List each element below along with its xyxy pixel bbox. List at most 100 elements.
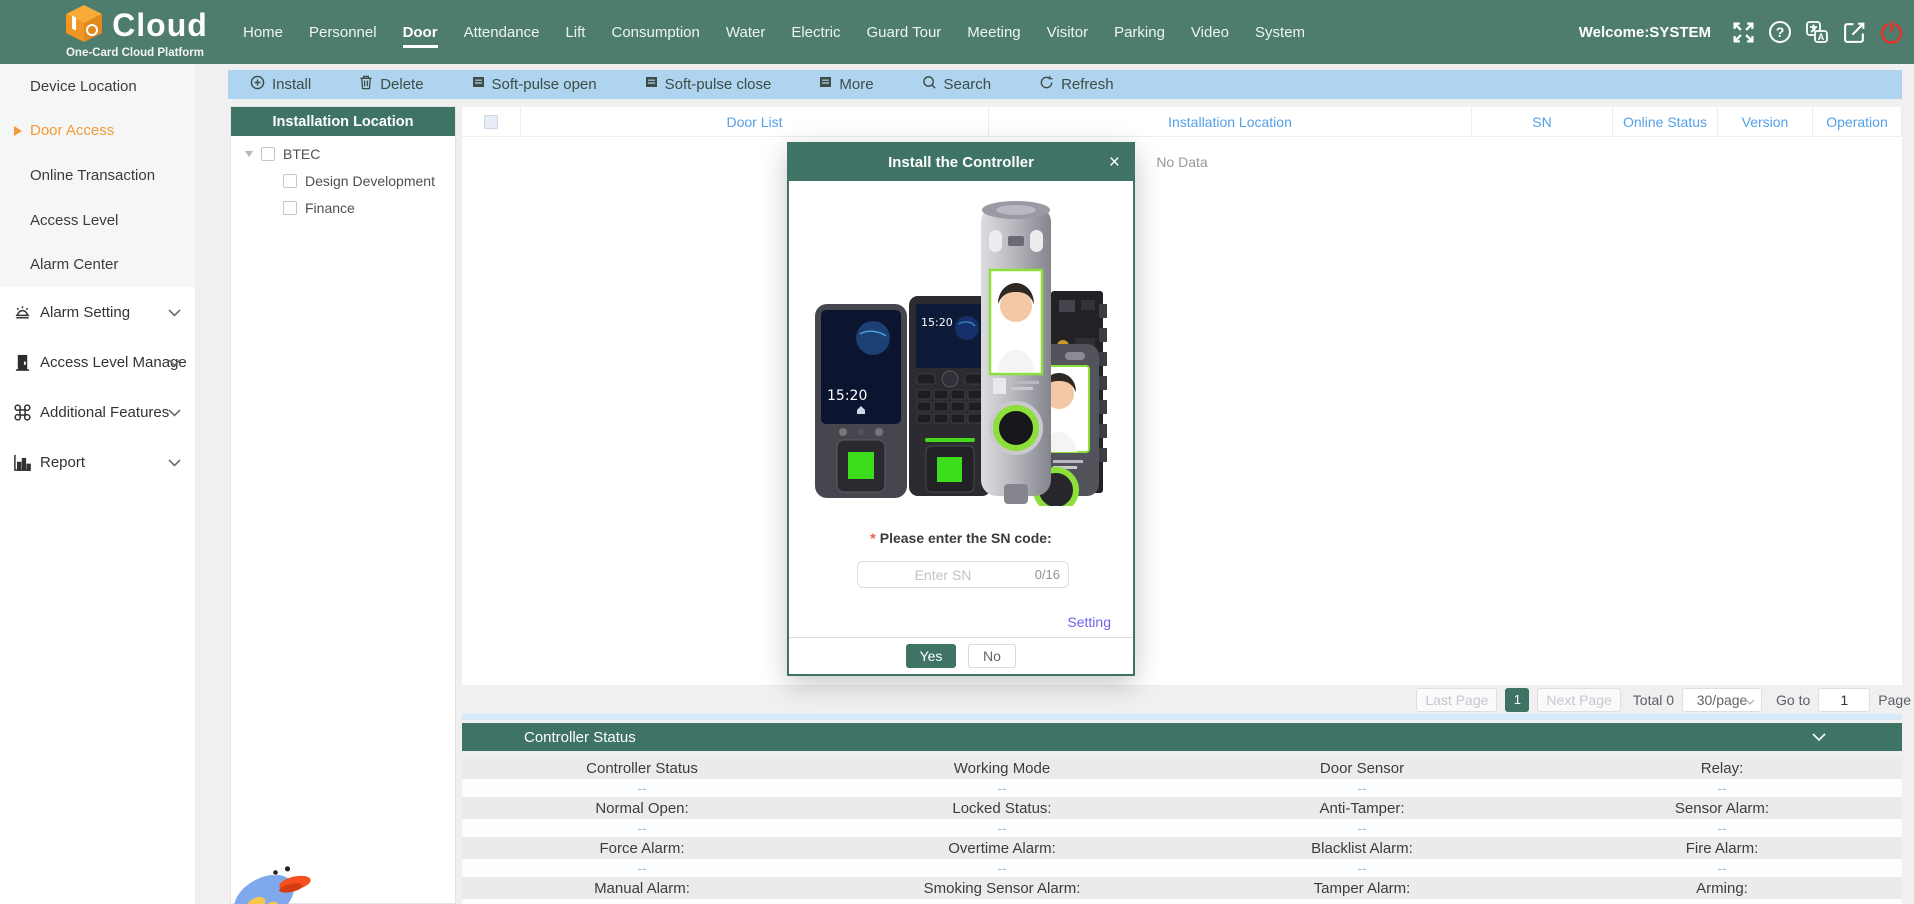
- device-image: 15:20 15:20: [813, 196, 1109, 511]
- last-page-button[interactable]: Last Page: [1416, 688, 1497, 712]
- door-icon: [12, 352, 32, 372]
- sidebar-item-access-level-manage[interactable]: Access Level Manage: [0, 337, 195, 387]
- tree-node-finance[interactable]: Finance: [283, 194, 355, 221]
- char-counter: 0/16: [1035, 561, 1060, 588]
- fullscreen-icon[interactable]: [1730, 19, 1756, 45]
- chevron-down-icon: [168, 454, 181, 471]
- more-button[interactable]: More: [819, 76, 873, 93]
- chevron-down-icon: [168, 304, 181, 321]
- no-button[interactable]: No: [968, 644, 1016, 668]
- next-page-button[interactable]: Next Page: [1537, 688, 1620, 712]
- nav-item-electric[interactable]: Electric: [791, 24, 840, 41]
- search-icon: [922, 75, 937, 94]
- nav-item-guard-tour[interactable]: Guard Tour: [867, 24, 942, 41]
- nav-item-lift[interactable]: Lift: [565, 24, 585, 41]
- command-icon: [12, 402, 32, 422]
- tree-node-design-development[interactable]: Design Development: [283, 167, 435, 194]
- active-triangle-icon: [14, 126, 22, 136]
- select-all-checkbox[interactable]: [484, 115, 498, 129]
- required-mark: *: [870, 530, 875, 546]
- top-navbar: Cloud One-Card Cloud Platform Home Perso…: [0, 0, 1914, 64]
- status-value-row: -- -- -- --: [462, 899, 1902, 904]
- translate-icon[interactable]: A: [1804, 19, 1830, 45]
- page-size-select[interactable]: 30/page: [1682, 688, 1762, 712]
- install-controller-dialog: Install the Controller ×: [787, 142, 1135, 676]
- chevron-down-icon[interactable]: [1812, 723, 1826, 751]
- edit-window-icon[interactable]: [1841, 19, 1867, 45]
- nav-item-home[interactable]: Home: [243, 24, 283, 41]
- sidebar-item-device-location[interactable]: Device Location: [0, 64, 195, 109]
- chevron-down-icon: [1745, 692, 1755, 708]
- nav-item-personnel[interactable]: Personnel: [309, 24, 377, 41]
- door-panel-icon: [472, 76, 485, 93]
- delete-button[interactable]: Delete: [359, 75, 423, 94]
- nav-item-parking[interactable]: Parking: [1114, 24, 1165, 41]
- sidebar-item-online-transaction[interactable]: Online Transaction: [0, 153, 195, 198]
- nav-item-attendance[interactable]: Attendance: [464, 24, 540, 41]
- column-operation: Operation: [1812, 107, 1902, 136]
- total-count: Total 0: [1633, 692, 1674, 708]
- sidebar-item-additional-features[interactable]: Additional Features: [0, 387, 195, 437]
- column-version: Version: [1717, 107, 1812, 136]
- nav-item-consumption[interactable]: Consumption: [611, 24, 699, 41]
- status-label-row: Force Alarm: Overtime Alarm: Blacklist A…: [462, 837, 1902, 859]
- sidebar-item-door-access[interactable]: Door Access: [0, 109, 195, 154]
- divider-strip: [462, 714, 1902, 720]
- nav-item-video[interactable]: Video: [1191, 24, 1229, 41]
- sidebar-menu: Alarm Setting Access Level Manage: [0, 287, 195, 487]
- fingerprint-terminal-keypad: 15:20: [909, 296, 991, 496]
- controller-status-header[interactable]: Controller Status: [462, 723, 1902, 751]
- caret-down-icon[interactable]: [245, 151, 253, 157]
- table-header-row: Door List Installation Location SN Onlin…: [462, 106, 1902, 137]
- nav-item-visitor[interactable]: Visitor: [1047, 24, 1088, 41]
- page-label: Page: [1878, 692, 1911, 708]
- fingerprint-terminal-left: 15:20: [815, 304, 907, 498]
- alarm-icon: [12, 302, 32, 322]
- installation-location-panel: Installation Location BTEC Design Develo…: [230, 106, 456, 904]
- current-page-button[interactable]: 1: [1505, 688, 1529, 712]
- sidebar-item-report[interactable]: Report: [0, 437, 195, 487]
- main-nav: Home Personnel Door Attendance Lift Cons…: [243, 0, 1305, 64]
- tree-checkbox[interactable]: [261, 147, 275, 161]
- face-pillar-terminal: [981, 201, 1051, 504]
- sidebar-item-alarm-setting[interactable]: Alarm Setting: [0, 287, 195, 337]
- bird-mascot: [212, 858, 322, 904]
- search-button[interactable]: Search: [922, 75, 992, 94]
- close-icon[interactable]: ×: [1109, 144, 1120, 181]
- nav-item-system[interactable]: System: [1255, 24, 1305, 41]
- sidebar-item-access-level[interactable]: Access Level: [0, 198, 195, 243]
- soft-pulse-open-button[interactable]: Soft-pulse open: [472, 76, 597, 93]
- yes-button[interactable]: Yes: [906, 644, 956, 668]
- nav-item-door[interactable]: Door: [403, 24, 438, 41]
- cube-logo-icon: [62, 3, 106, 48]
- door-panel-icon: [645, 76, 658, 93]
- chevron-down-icon: [168, 404, 181, 421]
- logo: Cloud One-Card Cloud Platform: [40, 4, 230, 59]
- sn-code-label: *Please enter the SN code:: [789, 530, 1133, 546]
- tree-panel-header: Installation Location: [231, 107, 455, 136]
- logo-title: Cloud: [112, 7, 208, 44]
- trash-icon: [359, 75, 373, 94]
- door-table: Door List Installation Location SN Onlin…: [462, 106, 1902, 685]
- sidebar-item-alarm-center[interactable]: Alarm Center: [0, 242, 195, 287]
- one-card-cloud-platform: Cloud One-Card Cloud Platform Home Perso…: [0, 0, 1914, 904]
- welcome-text: Welcome:SYSTEM: [1579, 24, 1711, 41]
- install-button[interactable]: Install: [250, 75, 311, 94]
- column-online-status: Online Status: [1612, 107, 1717, 136]
- column-installation-location: Installation Location: [988, 107, 1471, 136]
- sidebar: Device Location Door Access Online Trans…: [0, 64, 195, 904]
- help-icon[interactable]: ?: [1767, 19, 1793, 45]
- sn-input-wrap: 0/16: [857, 561, 1069, 588]
- goto-page-input[interactable]: [1818, 688, 1870, 712]
- refresh-button[interactable]: Refresh: [1039, 75, 1114, 94]
- svg-text:A: A: [1818, 32, 1825, 42]
- soft-pulse-close-button[interactable]: Soft-pulse close: [645, 76, 772, 93]
- nav-item-water[interactable]: Water: [726, 24, 765, 41]
- setting-link[interactable]: Setting: [1067, 614, 1111, 630]
- power-icon[interactable]: [1878, 19, 1904, 45]
- tree-node-btec[interactable]: BTEC: [245, 140, 320, 167]
- nav-item-meeting[interactable]: Meeting: [967, 24, 1020, 41]
- tree-checkbox[interactable]: [283, 174, 297, 188]
- tree-checkbox[interactable]: [283, 201, 297, 215]
- dialog-header: Install the Controller ×: [789, 144, 1133, 181]
